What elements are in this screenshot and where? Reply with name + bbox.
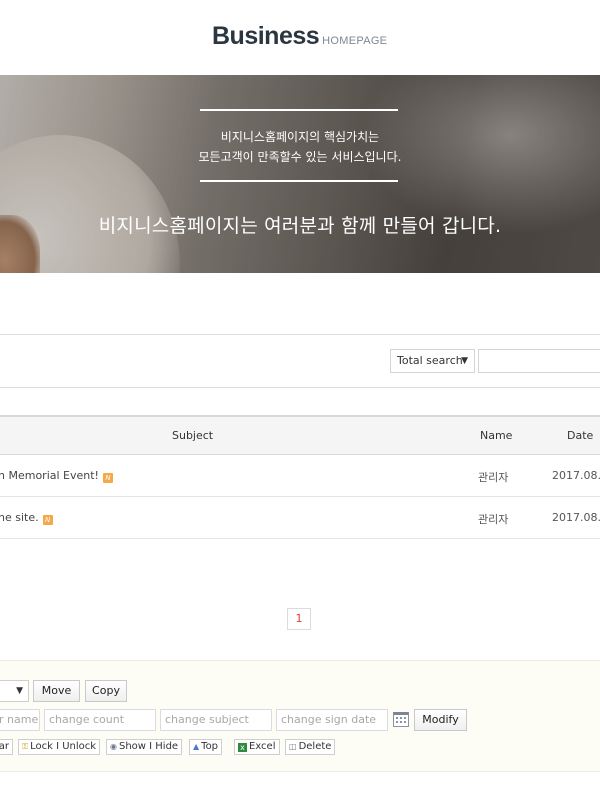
column-subject[interactable]: Subject — [172, 429, 213, 442]
new-badge-icon: N — [42, 515, 53, 525]
show-hide-button[interactable]: ◉ Show I Hide — [106, 739, 183, 755]
hero-headline: 비지니스홈페이지는 여러분과 함께 만들어 갑니다. — [98, 215, 502, 237]
admin-tools-panel: ▼ Move Copy r name change count change s… — [0, 660, 600, 772]
move-button[interactable]: Move — [33, 680, 80, 702]
post-subject-link[interactable]: he site. N — [0, 511, 53, 525]
change-count-field[interactable]: change count — [44, 709, 156, 731]
change-name-field[interactable]: r name — [0, 709, 40, 731]
logo-sub-text: HOMEPAGE — [322, 35, 388, 47]
excel-icon: x — [238, 743, 247, 752]
calendar-icon[interactable] — [393, 712, 409, 727]
hero-tagline-1: 비지니스홈페이지의 핵심가치는 — [220, 130, 380, 144]
lock-unlock-button[interactable]: ⚿ Lock I Unlock — [18, 739, 101, 755]
copy-button[interactable]: Copy — [85, 680, 127, 702]
column-date[interactable]: Date — [567, 429, 593, 442]
search-scope-value: Total search — [397, 354, 463, 367]
page-number-current[interactable]: 1 — [287, 608, 311, 630]
change-subject-field[interactable]: change subject — [160, 709, 272, 731]
post-date: 2017.08.2 — [552, 469, 600, 482]
search-input[interactable] — [478, 349, 600, 373]
site-logo[interactable]: Business HOMEPAGE — [212, 22, 387, 50]
clear-button[interactable]: ar — [0, 739, 13, 755]
post-date: 2017.08.2 — [552, 511, 600, 524]
lock-unlock-label: Lock I Unlock — [30, 741, 97, 752]
key-icon: ⚿ — [22, 742, 29, 751]
chevron-down-icon: ▼ — [16, 686, 23, 696]
post-subject-text: he site. — [0, 511, 39, 524]
board-target-select[interactable]: ▼ — [0, 680, 29, 702]
post-subject-link[interactable]: n Memorial Event! N — [0, 469, 113, 483]
site-header: Business HOMEPAGE — [0, 0, 600, 75]
logo-main-text: Business — [212, 22, 320, 50]
top-label: Top — [201, 741, 219, 752]
change-sign-date-field[interactable]: change sign date — [276, 709, 388, 731]
post-subject-text: n Memorial Event! — [0, 469, 99, 482]
table-row[interactable]: n Memorial Event!N 관리자 2017.08.2 — [0, 455, 600, 497]
show-hide-label: Show I Hide — [118, 741, 179, 752]
column-name[interactable]: Name — [480, 429, 512, 442]
excel-button[interactable]: x Excel — [234, 739, 280, 755]
table-header: Subject Name Date — [0, 415, 600, 455]
board-table: Subject Name Date n Memorial Event! N 관리자… — [0, 415, 600, 539]
delete-label: Delete — [298, 741, 332, 752]
post-author: 관리자 — [478, 513, 509, 526]
top-button[interactable]: ▲ Top — [189, 739, 223, 755]
search-scope-select[interactable]: Total search ▼ — [390, 349, 475, 373]
eye-icon: ◉ — [110, 742, 117, 751]
modify-button[interactable]: Modify — [414, 709, 467, 731]
excel-label: Excel — [249, 741, 276, 752]
new-badge-icon: N — [102, 473, 113, 483]
hero-banner: 비지니스홈페이지의 핵심가치는 모든고객이 만족할수 있는 서비스입니다. 비지… — [0, 75, 600, 273]
hero-divider-bottom — [200, 180, 398, 182]
delete-button[interactable]: ◫ Delete — [285, 739, 336, 755]
hero-tagline-2: 모든고객이 만족할수 있는 서비스입니다. — [198, 150, 402, 164]
table-row[interactable]: he site.N 관리자 2017.08.2 — [0, 497, 600, 539]
arrow-up-icon: ▲ — [193, 742, 200, 751]
board-search-bar: Total search ▼ — [0, 334, 600, 388]
chevron-down-icon: ▼ — [461, 356, 468, 366]
post-author: 관리자 — [478, 471, 509, 484]
hero-overlay — [0, 75, 600, 273]
trash-icon: ◫ — [289, 742, 297, 751]
clear-label: ar — [0, 741, 9, 752]
hero-divider-top — [200, 109, 398, 111]
